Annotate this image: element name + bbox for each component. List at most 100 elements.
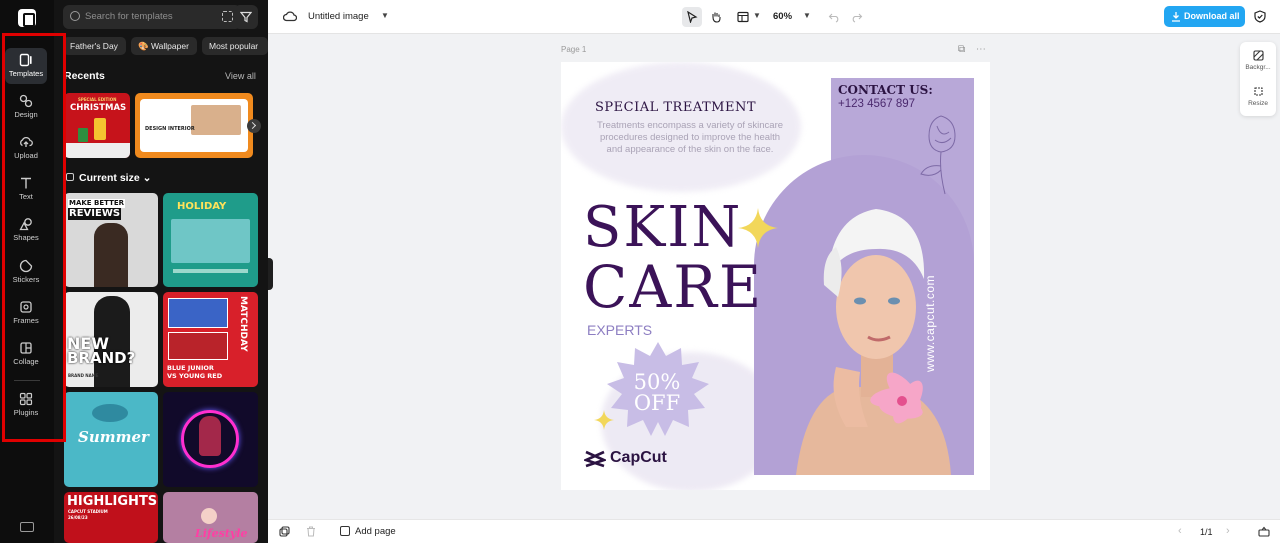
frames-icon	[20, 301, 32, 313]
zoom-level[interactable]: 60%	[773, 11, 792, 22]
person-graphic	[199, 416, 221, 456]
present-icon[interactable]	[1258, 526, 1270, 537]
rail-item-upload[interactable]: Upload	[5, 130, 47, 166]
design-title-line2: CARE	[583, 253, 764, 321]
plugins-icon	[19, 392, 33, 406]
template-text: CAPCUT STADIUM	[68, 509, 108, 514]
design-heading: SPECIAL TREATMENT	[595, 100, 757, 115]
template-holiday[interactable]: HOLIDAY	[163, 193, 258, 287]
add-page-button[interactable]: Add page	[340, 526, 396, 537]
hand-tool-button[interactable]	[706, 7, 726, 27]
capcut-logo[interactable]	[18, 9, 36, 27]
template-summer[interactable]: Summer	[64, 392, 158, 487]
left-rail: Templates Design Upload Text Shapes Stic…	[0, 0, 54, 543]
redo-button[interactable]	[847, 7, 867, 27]
template-text: BRAND?	[67, 349, 136, 367]
panel-collapse-handle[interactable]	[268, 258, 273, 290]
chip-most-popular[interactable]: Most popular	[202, 37, 268, 55]
templates-icon	[19, 53, 32, 67]
chip-fathers-day[interactable]: Father's Day	[63, 37, 126, 55]
image-search-icon[interactable]	[222, 11, 233, 22]
design-subtitle: EXPERTS	[587, 322, 653, 338]
undo-icon	[828, 13, 839, 23]
rail-item-templates[interactable]: Templates	[5, 48, 47, 84]
chevron-down-icon[interactable]: ▼	[381, 11, 389, 20]
view-all-link[interactable]: View all	[225, 71, 256, 81]
chevron-down-icon[interactable]: ▼	[753, 11, 761, 20]
recents-next-arrow[interactable]	[247, 119, 261, 133]
design-title-line1: SKIN	[583, 195, 743, 260]
rail-item-design[interactable]: Design	[5, 89, 47, 125]
pool-photo	[171, 219, 250, 263]
template-text: SPECIAL EDITION	[78, 97, 117, 102]
rail-label: Stickers	[12, 275, 40, 284]
rail-label: Templates	[8, 69, 44, 78]
template-lifestyle[interactable]: Lifestyle	[163, 492, 258, 543]
template-search[interactable]: Search for templates	[63, 5, 241, 29]
template-text: MATCHDAY	[238, 296, 248, 352]
recent-template-christmas[interactable]: SPECIAL EDITION CHRISTMAS	[64, 93, 130, 158]
template-text: HIGHLIGHTS	[67, 494, 158, 509]
resize-button[interactable]: Resize	[1240, 86, 1276, 107]
templates-panel: Search for templates Father's Day 🎨 Wall…	[54, 0, 268, 543]
team-photo	[168, 298, 228, 328]
filter-button[interactable]	[234, 5, 258, 29]
team-photo	[168, 332, 228, 360]
template-make-better-reviews[interactable]: MAKE BETTER REVIEWS	[64, 193, 158, 287]
recent-template-interior[interactable]: DESIGN INTERIOR	[135, 93, 253, 158]
bottom-bar: Add page ‹ 1/1 ›	[268, 519, 1280, 543]
template-text: 26/08/23	[68, 515, 88, 520]
brand-name: CapCut	[610, 449, 667, 466]
keyboard-shortcuts-icon[interactable]	[20, 522, 34, 532]
select-tool-button[interactable]	[682, 7, 702, 27]
current-size-dropdown[interactable]: Current size ⌄	[66, 172, 151, 184]
interior-photo	[191, 105, 241, 135]
template-text: REVIEWS	[68, 208, 122, 220]
design-canvas[interactable]: SPECIAL TREATMENT Treatments encompass a…	[561, 62, 990, 490]
rail-item-text[interactable]: Text	[5, 171, 47, 207]
next-page-icon[interactable]: ›	[1226, 525, 1230, 537]
template-highlights[interactable]: HIGHLIGHTS CAPCUT STADIUM 26/08/23	[64, 492, 158, 543]
rail-item-stickers[interactable]: Stickers	[5, 254, 47, 290]
rail-label: Collage	[13, 357, 39, 366]
chip-wallpaper[interactable]: 🎨 Wallpaper	[131, 37, 197, 55]
download-label: Download all	[1184, 11, 1240, 21]
previous-page-icon[interactable]: ‹	[1178, 525, 1182, 537]
size-icon	[66, 173, 74, 181]
undo-button[interactable]	[824, 7, 844, 27]
chevron-down-icon: ⌄	[142, 172, 152, 184]
download-icon	[1172, 12, 1180, 22]
rail-item-plugins[interactable]: Plugins	[5, 387, 47, 423]
redo-icon	[852, 13, 863, 23]
download-all-button[interactable]: Download all	[1164, 6, 1245, 27]
design-icon	[19, 94, 33, 108]
capcut-brand-icon	[584, 450, 606, 468]
gift-graphic	[94, 118, 106, 140]
template-new-brand[interactable]: NEW BRAND? BRAND NAME	[64, 292, 158, 387]
rail-label: Shapes	[13, 233, 39, 242]
shield-icon[interactable]	[1254, 10, 1266, 23]
offer-off: OFF	[633, 391, 681, 415]
sparkle-star-icon	[738, 208, 778, 248]
template-text: HOLIDAY	[177, 201, 227, 212]
template-neon-portrait[interactable]	[163, 392, 258, 487]
layers-icon[interactable]	[279, 526, 290, 537]
chevron-down-icon[interactable]: ▼	[803, 11, 811, 20]
rail-item-frames[interactable]: Frames	[5, 295, 47, 331]
layout-button[interactable]	[733, 7, 753, 27]
recents-heading: Recents	[64, 70, 105, 82]
rail-item-shapes[interactable]: Shapes	[5, 212, 47, 248]
filter-icon	[240, 11, 252, 23]
collage-icon	[20, 342, 32, 354]
rail-item-collage[interactable]: Collage	[5, 336, 47, 372]
right-tool-panel: Backgr... Resize	[1240, 42, 1276, 116]
background-label: Backgr...	[1245, 64, 1271, 71]
template-caption	[173, 269, 248, 273]
page-more-options[interactable]: ⧉ ⋯	[958, 44, 990, 55]
trash-icon[interactable]	[306, 526, 316, 537]
cloud-save-icon[interactable]	[283, 10, 297, 22]
background-button[interactable]: Backgr...	[1240, 50, 1276, 71]
template-matchday[interactable]: MATCHDAY BLUE JUNIOR VS YOUNG RED	[163, 292, 258, 387]
document-title[interactable]: Untitled image	[308, 11, 369, 22]
template-text: BLUE JUNIOR	[167, 364, 214, 372]
